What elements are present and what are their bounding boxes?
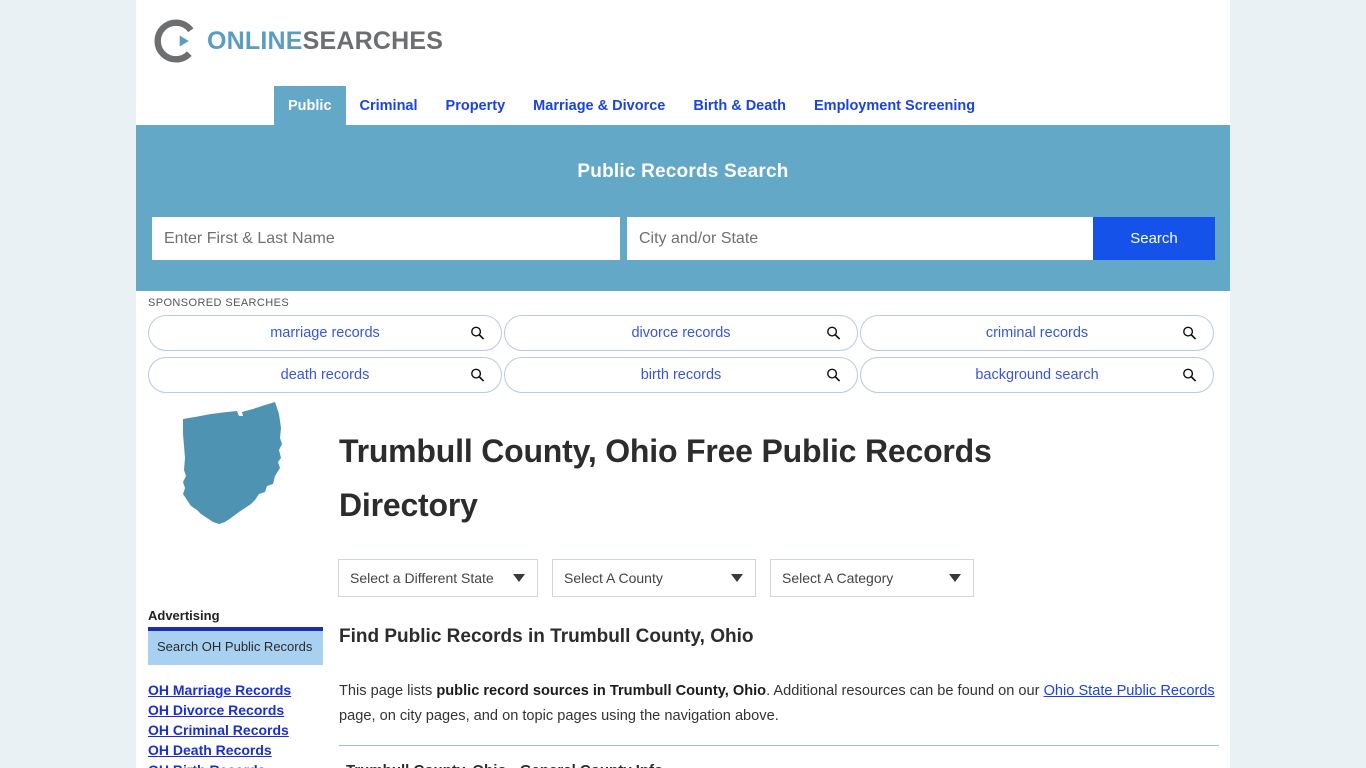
chevron-down-icon <box>513 574 525 582</box>
logo-wordmark: ONLINESEARCHES <box>207 27 443 56</box>
circle-arrow-logo-icon <box>154 19 194 63</box>
nav-item-marriage-divorce[interactable]: Marriage & Divorce <box>519 86 679 125</box>
sponsored-searches: SPONSORED SEARCHES marriage records divo… <box>148 297 1218 399</box>
intro-part-1: This page lists <box>339 683 437 699</box>
select-state-dropdown[interactable]: Select a Different State <box>338 559 538 597</box>
intro-part-2: . Additional resources can be found on o… <box>766 683 1044 699</box>
sponsored-pill-criminal-records[interactable]: criminal records <box>860 315 1214 351</box>
sidebar-link-oh-death-records[interactable]: OH Death Records <box>148 742 323 758</box>
nav-item-employment-screening[interactable]: Employment Screening <box>800 86 989 125</box>
site-container: ONLINESEARCHES Public Criminal Property … <box>136 0 1230 768</box>
content-divider <box>339 745 1219 746</box>
sponsored-pill-divorce-records[interactable]: divorce records <box>504 315 858 351</box>
nav-item-property[interactable]: Property <box>432 86 520 125</box>
sponsored-pill-death-records[interactable]: death records <box>148 357 502 393</box>
public-records-search-band: Public Records Search Search <box>136 125 1230 291</box>
intro-part-3: page, on city pages, and on topic pages … <box>339 708 779 724</box>
chevron-down-icon <box>731 574 743 582</box>
input-separator <box>620 217 627 260</box>
general-county-info-heading: Trumbull County, Ohio - General County I… <box>346 762 663 768</box>
sponsored-row-1: marriage records divorce records crimina… <box>148 315 1218 351</box>
main-navigation: Public Criminal Property Marriage & Divo… <box>136 86 1230 125</box>
sponsored-pill-birth-records[interactable]: birth records <box>504 357 858 393</box>
ohio-state-public-records-link[interactable]: Ohio State Public Records <box>1044 683 1215 699</box>
select-category-dropdown[interactable]: Select A Category <box>770 559 974 597</box>
sponsored-pill-label: criminal records <box>985 325 1089 341</box>
sidebar-link-oh-criminal-records[interactable]: OH Criminal Records <box>148 722 323 738</box>
sidebar-links: OH Marriage Records OH Divorce Records O… <box>148 682 323 768</box>
sponsored-pill-marriage-records[interactable]: marriage records <box>148 315 502 351</box>
search-name-input[interactable] <box>152 217 620 260</box>
nav-item-public[interactable]: Public <box>274 86 346 125</box>
site-logo[interactable]: ONLINESEARCHES <box>154 18 443 64</box>
magnifier-icon <box>471 368 485 382</box>
page-root: ONLINESEARCHES Public Criminal Property … <box>0 0 1366 768</box>
search-form: Search <box>152 217 1215 260</box>
magnifier-icon <box>1183 368 1197 382</box>
magnifier-icon <box>471 326 485 340</box>
sponsored-pill-label: divorce records <box>631 325 731 341</box>
nav-item-criminal[interactable]: Criminal <box>346 86 432 125</box>
advertising-label: Advertising <box>148 608 220 623</box>
select-category-value: Select A Category <box>782 570 894 586</box>
select-county-dropdown[interactable]: Select A County <box>552 559 756 597</box>
logo-text-searches: SEARCHES <box>302 26 444 55</box>
sponsored-pill-label: marriage records <box>270 325 380 341</box>
search-band-title: Public Records Search <box>577 161 789 182</box>
section-heading: Find Public Records in Trumbull County, … <box>339 626 754 647</box>
magnifier-icon <box>827 368 841 382</box>
page-title: Trumbull County, Ohio Free Public Record… <box>339 433 992 523</box>
select-state-value: Select a Different State <box>350 570 494 586</box>
sponsored-pill-label: death records <box>280 367 370 383</box>
magnifier-icon <box>1183 326 1197 340</box>
magnifier-icon <box>827 326 841 340</box>
nav-item-birth-death[interactable]: Birth & Death <box>679 86 800 125</box>
chevron-down-icon <box>949 574 961 582</box>
sponsored-pill-label: birth records <box>640 367 722 383</box>
search-submit-button[interactable]: Search <box>1093 217 1215 260</box>
sponsored-row-2: death records birth records background s… <box>148 357 1218 393</box>
sidebar-link-oh-birth-records[interactable]: OH Birth Records <box>148 762 323 768</box>
select-county-value: Select A County <box>564 570 663 586</box>
sponsored-pill-background-search[interactable]: background search <box>860 357 1214 393</box>
left-sidebar: Advertising Search OH Public Records OH … <box>148 608 323 768</box>
sponsored-pill-label: background search <box>975 367 1099 383</box>
sidebar-link-oh-divorce-records[interactable]: OH Divorce Records <box>148 702 323 718</box>
sponsored-searches-label: SPONSORED SEARCHES <box>148 297 290 309</box>
ohio-state-map-icon <box>183 402 282 524</box>
intro-bold-phrase: public record sources in Trumbull County… <box>436 683 767 699</box>
search-location-input[interactable] <box>627 217 1093 260</box>
ad-search-oh-public-records[interactable]: Search OH Public Records <box>148 627 323 665</box>
logo-text-online: ONLINE <box>207 26 303 55</box>
sidebar-link-oh-marriage-records[interactable]: OH Marriage Records <box>148 682 323 698</box>
selector-group: Select a Different State Select A County… <box>338 559 974 597</box>
intro-paragraph: This page lists public record sources in… <box>339 679 1219 729</box>
